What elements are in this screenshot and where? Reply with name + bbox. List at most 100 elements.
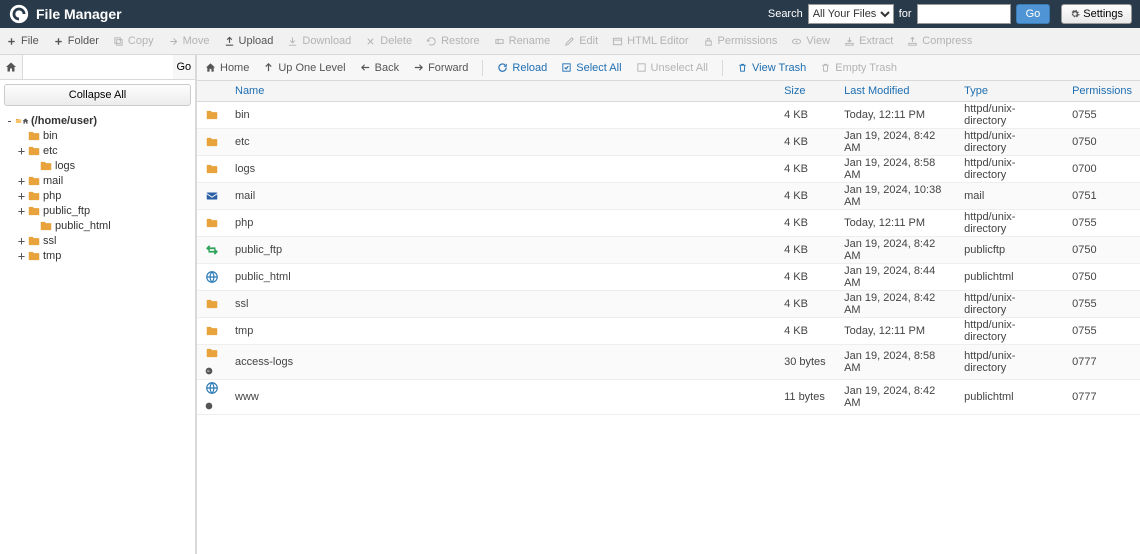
cell-size: 4 KB [776,237,836,264]
tree-toggle[interactable]: + [16,175,27,187]
tree-node[interactable]: +tmp [2,248,193,263]
file-icon [197,129,227,156]
tree-toggle[interactable]: + [16,190,27,202]
upload-icon [224,36,235,47]
nav-emptytrash: Empty Trash [820,62,897,74]
table-row[interactable]: www11 bytesJan 19, 2024, 8:42 AMpublicht… [197,380,1140,415]
cell-permissions: 0755 [1064,102,1140,129]
tree-toggle[interactable]: + [16,235,27,247]
toolbar-extract: Extract [844,35,893,47]
tree-node[interactable]: - (/home/user) [2,113,193,128]
folder-icon [27,129,41,143]
nav-uponelevel[interactable]: Up One Level [263,62,345,74]
path-nav: Go [0,55,195,80]
cell-type: httpd/unix-directory [956,129,1064,156]
lock-icon [703,36,714,47]
toolbar-file[interactable]: File [6,35,39,47]
tree-node[interactable]: bin [2,128,193,143]
search-go-button[interactable]: Go [1016,4,1051,24]
nav-back[interactable]: Back [360,62,399,74]
folder-icon [27,174,41,188]
folder-icon [27,249,41,263]
up-icon [263,62,274,73]
toolbar-rename: Rename [494,35,551,47]
cell-size: 4 KB [776,102,836,129]
collapse-all-button[interactable]: Collapse All [4,84,191,106]
tree-node[interactable]: +ssl [2,233,193,248]
toolbar-view: View [791,35,830,47]
file-icon [197,318,227,345]
col-permissions[interactable]: Permissions [1064,81,1140,102]
search-scope-select[interactable]: All Your Files [808,4,894,24]
nav-viewtrash[interactable]: View Trash [737,62,806,74]
file-icon [197,380,227,415]
tree-label: (/home/user) [31,115,97,127]
table-row[interactable]: public_html4 KBJan 19, 2024, 8:44 AMpubl… [197,264,1140,291]
left-icon [360,62,371,73]
table-row[interactable]: ssl4 KBJan 19, 2024, 8:42 AMhttpd/unix-d… [197,291,1140,318]
tree-toggle[interactable]: + [16,250,27,262]
home-path-button[interactable] [0,55,23,79]
table-row[interactable]: logs4 KBJan 19, 2024, 8:58 AMhttpd/unix-… [197,156,1140,183]
tree-toggle[interactable]: - [4,115,15,127]
restore-icon [426,36,437,47]
cell-name: tmp [227,318,776,345]
toolbar-upload[interactable]: Upload [224,35,274,47]
cell-name: access-logs [227,345,776,380]
col-name[interactable]: Name [227,81,776,102]
cell-permissions: 0755 [1064,291,1140,318]
tree-node[interactable]: +etc [2,143,193,158]
col-type[interactable]: Type [956,81,1064,102]
tree-node[interactable]: +public_ftp [2,203,193,218]
file-icon [197,237,227,264]
folder-icon [27,144,41,158]
download-icon [287,36,298,47]
table-row[interactable]: etc4 KBJan 19, 2024, 8:42 AMhttpd/unix-d… [197,129,1140,156]
table-row[interactable]: bin4 KBToday, 12:11 PMhttpd/unix-directo… [197,102,1140,129]
delete-icon [365,36,376,47]
nav-selectall[interactable]: Select All [561,62,621,74]
col-icon[interactable] [197,81,227,102]
tree-node[interactable]: +mail [2,173,193,188]
table-row[interactable]: mail4 KBJan 19, 2024, 10:38 AMmail0751 [197,183,1140,210]
trash-icon [820,62,831,73]
toolbar-permissions: Permissions [703,35,778,47]
col-size[interactable]: Size [776,81,836,102]
toolbar-folder[interactable]: Folder [53,35,99,47]
path-input[interactable] [23,55,173,79]
cell-permissions: 0750 [1064,237,1140,264]
cell-permissions: 0750 [1064,129,1140,156]
tree-node[interactable]: +php [2,188,193,203]
nav-home[interactable]: Home [205,62,249,74]
table-row[interactable]: php4 KBToday, 12:11 PMhttpd/unix-directo… [197,210,1140,237]
nav-reload[interactable]: Reload [497,62,547,74]
toolbar-download: Download [287,35,351,47]
tree-label: bin [43,130,58,142]
home-icon [5,61,17,73]
table-row[interactable]: tmp4 KBToday, 12:11 PMhttpd/unix-directo… [197,318,1140,345]
cell-name: php [227,210,776,237]
cell-modified: Today, 12:11 PM [836,318,956,345]
right-icon [413,62,424,73]
file-icon [197,156,227,183]
tree-toggle[interactable]: + [16,205,27,217]
tree-node[interactable]: public_html [2,218,193,233]
compress-icon [907,36,918,47]
path-go-button[interactable]: Go [173,55,195,79]
col-modified[interactable]: Last Modified [836,81,956,102]
file-icon [197,291,227,318]
file-icon [197,183,227,210]
table-row[interactable]: public_ftp4 KBJan 19, 2024, 8:42 AMpubli… [197,237,1140,264]
cell-modified: Jan 19, 2024, 8:58 AM [836,345,956,380]
cell-size: 4 KB [776,129,836,156]
tree-toggle[interactable]: + [16,145,27,157]
cell-modified: Jan 19, 2024, 8:42 AM [836,237,956,264]
check-icon [561,62,572,73]
settings-button[interactable]: Settings [1061,4,1132,24]
search-input[interactable] [917,4,1011,24]
toolbar-compress: Compress [907,35,972,47]
nav-forward[interactable]: Forward [413,62,468,74]
tree-node[interactable]: logs [2,158,193,173]
cell-permissions: 0777 [1064,380,1140,415]
table-row[interactable]: access-logs30 bytesJan 19, 2024, 8:58 AM… [197,345,1140,380]
